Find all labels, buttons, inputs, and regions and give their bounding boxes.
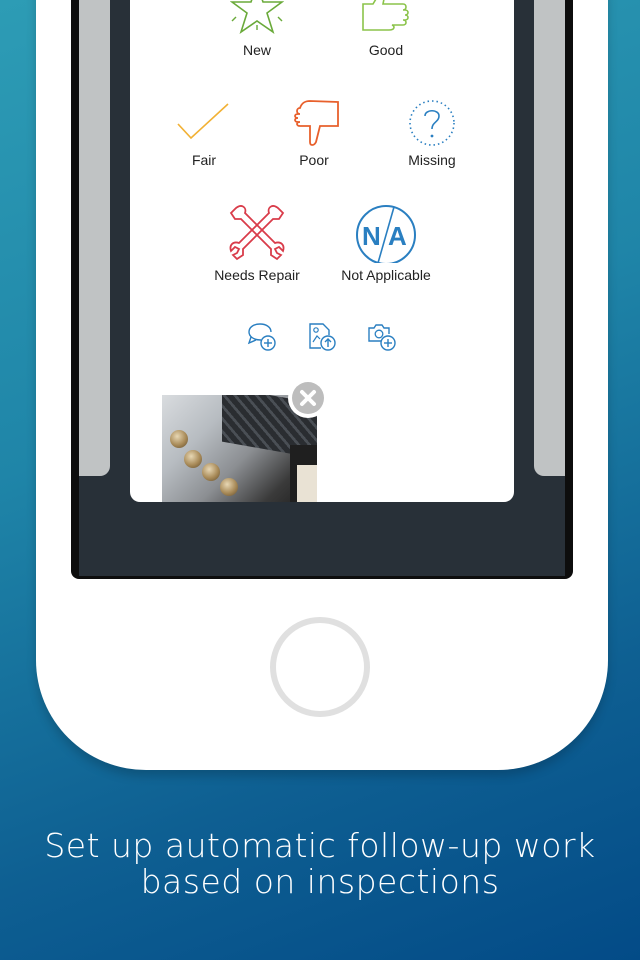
marketing-caption: Set up automatic follow-up work based on… <box>0 828 640 900</box>
photo-knob <box>220 478 238 496</box>
close-icon <box>300 390 316 406</box>
rating-label-good: Good <box>368 42 404 58</box>
image-upload-icon <box>309 323 336 351</box>
add-comment-button[interactable] <box>247 322 277 352</box>
photo-cabinet <box>297 465 317 502</box>
upload-image-button[interactable] <box>307 322 337 352</box>
photo-knob <box>184 450 202 468</box>
rating-option-new[interactable]: New <box>202 0 312 58</box>
rating-label-fair: Fair <box>191 152 217 168</box>
photo-knob <box>170 430 188 448</box>
question-circle-icon <box>409 100 455 146</box>
rating-label-poor: Poor <box>299 152 329 168</box>
svg-text:A: A <box>388 221 407 251</box>
rating-option-not-applicable[interactable]: N A Not Applicable <box>331 205 441 283</box>
thumbs-down-icon <box>294 100 339 146</box>
rating-option-missing[interactable]: Missing <box>377 98 487 168</box>
rating-option-poor[interactable]: Poor <box>259 98 369 168</box>
crossed-wrenches-icon <box>229 205 285 261</box>
star-icon <box>230 0 284 34</box>
add-photo-button[interactable] <box>367 322 397 352</box>
close-button-circle <box>292 382 324 414</box>
rating-option-needs-repair[interactable]: Needs Repair <box>202 205 312 283</box>
rating-label-new: New <box>242 42 271 58</box>
rating-label-missing: Missing <box>408 152 456 168</box>
rating-option-good[interactable]: Good <box>331 0 441 58</box>
rating-label-needs-repair: Needs Repair <box>214 267 300 283</box>
thumbs-up-icon <box>362 0 409 31</box>
left-side-panel <box>79 0 110 476</box>
checkmark-icon <box>177 103 229 140</box>
camera-add-icon <box>368 324 396 351</box>
comment-add-icon <box>247 323 276 351</box>
svg-text:N: N <box>362 221 381 251</box>
photo-knob <box>202 463 220 481</box>
right-side-panel <box>534 0 565 476</box>
rating-label-not-applicable: Not Applicable <box>341 267 431 283</box>
caption-line-1: Set up automatic follow-up work <box>44 826 596 865</box>
home-button[interactable] <box>270 617 370 717</box>
not-applicable-icon: N A <box>356 205 416 263</box>
rating-option-fair[interactable]: Fair <box>149 98 259 168</box>
caption-line-2: based on inspections <box>140 862 500 901</box>
remove-photo-button[interactable] <box>288 378 328 418</box>
